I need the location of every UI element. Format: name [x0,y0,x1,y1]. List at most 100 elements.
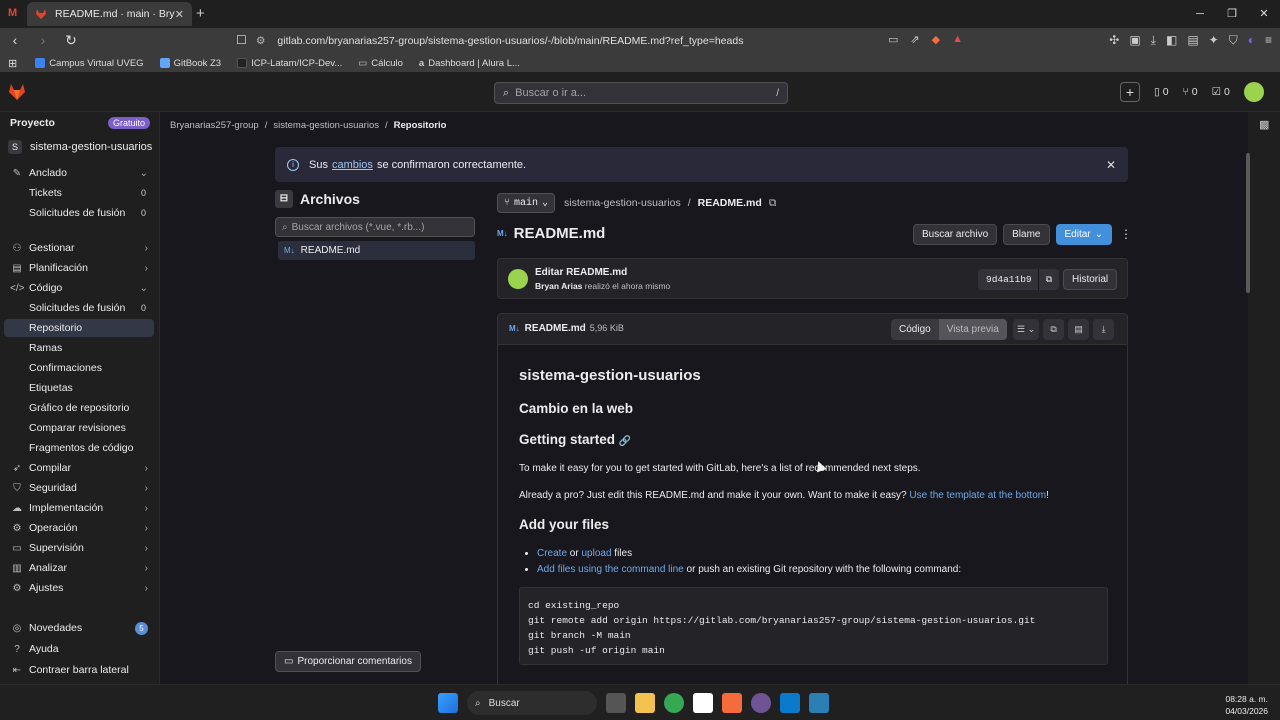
download-icon[interactable]: ⤓ [1151,33,1156,48]
scrollbar[interactable] [1245,145,1251,670]
download-icon[interactable]: ⤓ [1093,319,1115,340]
file-explorer-icon[interactable] [635,693,655,713]
sidebar-item-whats-new[interactable]: ◎ Novedades 5 [4,619,154,637]
sidebar-item-analyze[interactable]: ▥ Analizar › [4,559,154,577]
rewards-icon[interactable]: ▲ [952,33,963,46]
breadcrumb-current[interactable]: Repositorio [394,120,447,131]
task-view-icon[interactable] [606,693,626,713]
vpn-icon[interactable]: ⛉ [1229,33,1238,48]
breadcrumb-group[interactable]: Bryanarias257-group [170,120,259,131]
new-tab-icon[interactable]: + [196,5,205,22]
close-tab-icon[interactable]: ✕ [175,8,184,21]
copy-sha-icon[interactable]: ⧉ [1038,269,1059,290]
search-input[interactable]: ⌕ Buscar o ir a... / [494,82,788,104]
avatar[interactable] [1243,82,1264,102]
sidebar-item-snippets[interactable]: Fragmentos de código [4,439,154,457]
browser-tab[interactable]: README.md · main · Bryanarias2 ✕ [27,2,192,26]
plan-badge[interactable]: Gratuito [107,117,150,129]
sidebar-item-mr-pinned[interactable]: Solicitudes de fusión 0 [4,204,154,222]
restore-icon[interactable]: ❐ [1216,0,1248,28]
bookmark-icp[interactable]: ICP-Latam/ICP-Dev... [237,58,342,69]
sidebar-item-manage[interactable]: ⚇ Gestionar › [4,239,154,257]
commit-message[interactable]: Editar README.md [535,267,627,278]
brave-icon[interactable] [722,693,742,713]
todos-counter[interactable]: ☑ 0 [1212,86,1230,98]
changes-link[interactable]: cambios [332,159,373,171]
file-tree-item[interactable]: M↓ README.md [278,241,475,260]
gmail-icon[interactable]: M [8,7,17,19]
screen-icon[interactable]: ▭ [888,33,898,46]
sidebar-item-tags[interactable]: Etiquetas [4,379,154,397]
sidebar-item-tickets[interactable]: Tickets 0 [4,184,154,202]
sidebar-toggle-icon[interactable]: ◧ [1166,33,1177,48]
reload-icon[interactable]: ↻ [64,32,78,49]
code-block[interactable]: cd existing_repo git remote add origin h… [519,587,1108,665]
commit-sha[interactable]: 9d4a11b9 [978,269,1040,290]
history-button[interactable]: Historial [1063,269,1118,290]
sidebar-item-code[interactable]: </> Código ⌄ [4,279,154,297]
github-desktop-icon[interactable] [751,693,771,713]
taskbar-search[interactable]: ⌕ Buscar [467,691,597,715]
minimize-icon[interactable]: ─ [1184,0,1216,28]
wallet-icon[interactable]: ▣ [1129,33,1140,48]
bookmark-calculo[interactable]: ▭ Cálculo [358,58,403,69]
profile-icon[interactable]: ◐ [1248,33,1255,48]
bookmark-icon[interactable]: ☐ [236,33,247,47]
sidebar-item-settings[interactable]: ⚙ Ajustes › [4,579,154,597]
chrome-icon[interactable] [664,693,684,713]
create-link[interactable]: Create [537,548,567,559]
upload-link[interactable]: upload [581,548,611,559]
branch-selector[interactable]: ⑂ main ⌄ [497,193,556,213]
create-new-button[interactable]: + [1120,82,1140,102]
path-repo[interactable]: sistema-gestion-usuarios [564,197,681,210]
extensions-icon[interactable]: ✣ [1109,33,1119,48]
sidebar-item-monitor[interactable]: ▭ Supervisión › [4,539,154,557]
notion-icon[interactable] [693,693,713,713]
sidebar-item-help[interactable]: ? Ayuda [4,640,154,658]
sidebar-item-compare[interactable]: Comparar revisiones [4,419,154,437]
file-filter-input[interactable]: ⌕ Buscar archivos (*.vue, *.rb...) [275,217,475,237]
menu-icon[interactable]: ≡ [1265,33,1272,48]
sidebar-item-repository[interactable]: Repositorio [4,319,154,337]
bookmark-campus[interactable]: Campus Virtual UVEG [35,58,144,69]
outline-icon[interactable]: ☰ ⌄ [1013,319,1040,340]
sidebar-project[interactable]: S sistema-gestion-usuarios [8,140,154,154]
more-actions-icon[interactable]: ⋮ [1118,224,1134,245]
close-window-icon[interactable]: ✕ [1248,0,1280,28]
close-icon[interactable]: ✕ [1106,158,1116,172]
site-settings-icon[interactable]: ⚙ [256,35,265,47]
copy-icon[interactable]: ⧉ [1043,319,1065,340]
share-icon[interactable]: ⇗ [910,33,919,46]
sidebar-item-branches[interactable]: Ramas [4,339,154,357]
wallet2-icon[interactable]: ▤ [1187,33,1198,48]
apps-grid-icon[interactable]: ⊞ [8,57,17,70]
bookmark-alura[interactable]: a Dashboard | Alura L... [419,58,520,69]
forward-icon[interactable]: › [36,32,50,49]
sidebar-item-plan[interactable]: ▤ Planificación › [4,259,154,277]
avatar[interactable] [508,269,528,289]
sidebar-item-deploy[interactable]: ☁ Implementación › [4,499,154,517]
windows-start-icon[interactable] [438,693,458,713]
file-tree-toggle-icon[interactable]: ⊟ [275,190,293,208]
sidebar-item-operate[interactable]: ⚙ Operación › [4,519,154,537]
command-line-link[interactable]: Add files using the command line [537,564,684,575]
gitlab-logo-icon[interactable] [8,83,26,101]
bookmark-gitbook[interactable]: GitBook Z3 [159,58,221,69]
sidebar-item-commits[interactable]: Confirmaciones [4,359,154,377]
issues-counter[interactable]: ▯ 0 [1154,86,1169,98]
system-clock[interactable]: 08:28 a. m. 04/03/2026 [1225,693,1268,717]
find-file-button[interactable]: Buscar archivo [913,224,998,245]
sidebar-item-graph[interactable]: Gráfico de repositorio [4,399,154,417]
feedback-button[interactable]: ▭ Proporcionar comentarios [275,651,421,672]
code-view-button[interactable]: Código [891,319,939,340]
sidebar-panel-icon[interactable]: ▩ [1259,118,1269,131]
sidebar-item-security[interactable]: ⛉ Seguridad › [4,479,154,497]
terminal-icon[interactable] [809,693,829,713]
template-link[interactable]: Use the template at the bottom [909,490,1046,501]
address-bar[interactable]: ⚙ gitlab.com/bryanarias257-group/sistema… [256,30,976,52]
vscode-icon[interactable] [780,693,800,713]
scrollbar-thumb[interactable] [1246,153,1250,293]
back-icon[interactable]: ‹ [8,32,22,49]
edit-button[interactable]: Editar ⌄ [1055,224,1113,245]
copy-path-icon[interactable]: ⧉ [769,197,777,210]
